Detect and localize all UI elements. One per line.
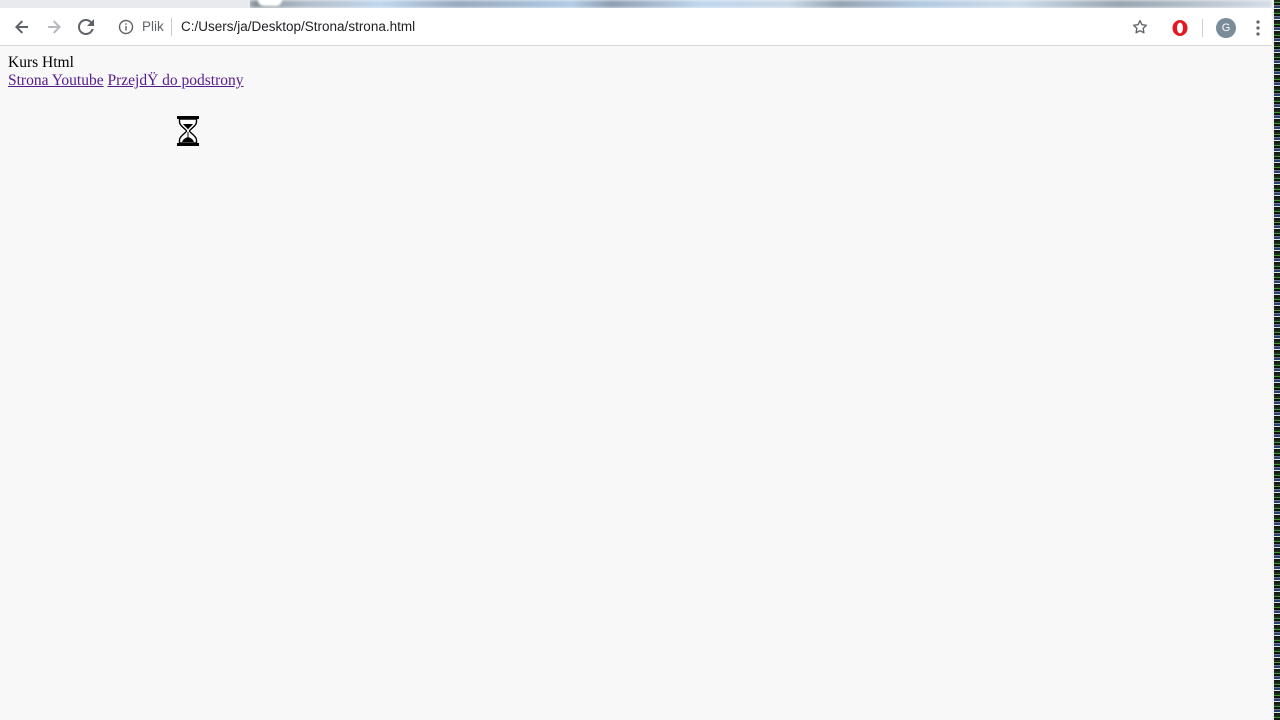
omnibox-divider [171, 18, 172, 36]
links-line: Strona Youtube PrzejdŸ do podstrony [8, 72, 244, 90]
reload-icon [78, 19, 94, 35]
page-viewport: Kurs Html Strona Youtube PrzejdŸ do pods… [0, 46, 1272, 720]
url-text[interactable]: C:/Users/ja/Desktop/Strona/strona.html [181, 19, 415, 35]
toolbar-divider [1202, 19, 1203, 37]
forward-button[interactable] [41, 14, 67, 40]
tab-strip-left [0, 0, 250, 8]
scheme-label: Plik [142, 19, 164, 34]
back-button[interactable] [9, 14, 35, 40]
star-icon[interactable] [1131, 18, 1149, 36]
info-icon[interactable] [118, 19, 134, 35]
subpage-link[interactable]: PrzejdŸ do podstrony [107, 72, 243, 89]
arrow-right-icon [48, 20, 61, 34]
kebab-menu-icon[interactable] [1250, 18, 1266, 38]
reload-button[interactable] [73, 14, 99, 40]
page-heading: Kurs Html [8, 54, 74, 71]
opera-icon[interactable] [1170, 18, 1190, 38]
hourglass-icon [177, 116, 199, 146]
browser-window: Plik C:/Users/ja/Desktop/Strona/strona.h… [0, 0, 1280, 720]
youtube-link[interactable]: Strona Youtube [8, 72, 104, 89]
address-bar[interactable]: Plik C:/Users/ja/Desktop/Strona/strona.h… [108, 12, 1162, 42]
tab-favicon [258, 0, 282, 6]
screen-edge-border [1272, 0, 1274, 720]
profile-avatar[interactable]: G [1216, 18, 1236, 38]
browser-toolbar: Plik C:/Users/ja/Desktop/Strona/strona.h… [0, 8, 1272, 46]
arrow-left-icon [15, 20, 28, 34]
